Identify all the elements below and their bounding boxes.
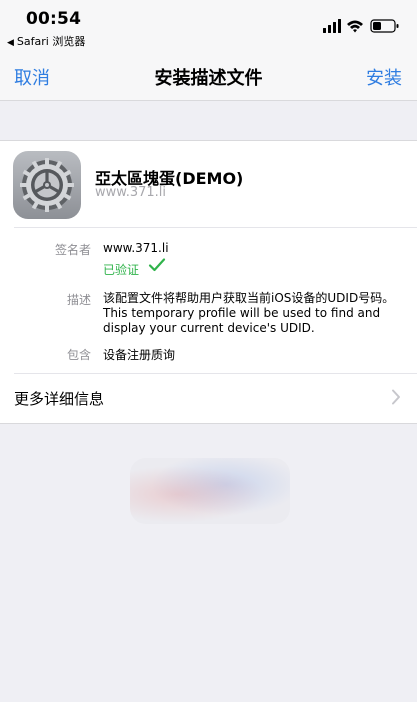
contains-value: 设备注册质询 — [103, 348, 176, 362]
profile-subtitle: www.371.li — [95, 185, 167, 200]
navigation-bar: 取消 安装描述文件 安装 — [0, 52, 417, 101]
description-line: This temporary profile will be used to f… — [103, 306, 381, 320]
verified-status: 已验证 — [103, 263, 140, 277]
back-to-app-link[interactable]: ◀ Safari 浏览器 — [7, 33, 85, 49]
cellular-signal-icon — [323, 19, 341, 33]
description-text: 该配置文件将帮助用户获取当前iOS设备的UDID号码。 This tempora… — [103, 291, 408, 336]
signer-value: www.371.li — [103, 241, 169, 255]
install-button[interactable]: 安装 — [366, 64, 402, 90]
description-label: 描述 — [66, 293, 91, 307]
profile-panel: 亞太區塊蛋(DEMO) www.371.li 签名者 www.371.li 已验… — [0, 140, 417, 424]
description-line: 该配置文件将帮助用户获取当前iOS设备的UDID号码。 — [103, 291, 395, 305]
divider — [14, 227, 417, 228]
chevron-right-icon[interactable] — [391, 389, 401, 409]
back-triangle-icon: ◀ — [7, 38, 14, 48]
status-time: 00:54 — [26, 9, 82, 29]
contains-label: 包含 — [66, 348, 91, 362]
back-app-label: Safari 浏览器 — [16, 35, 86, 48]
status-bar: 00:54 ◀ Safari 浏览器 — [0, 0, 417, 52]
settings-gear-icon — [13, 151, 81, 219]
status-icons — [323, 18, 403, 34]
signer-label: 签名者 — [54, 243, 91, 257]
description-line: display your current device's UDID. — [103, 321, 315, 335]
battery-icon — [370, 19, 399, 33]
more-details-link[interactable]: 更多详细信息 — [14, 388, 104, 409]
divider — [14, 373, 417, 374]
checkmark-icon — [148, 257, 166, 277]
page-title: 安装描述文件 — [154, 68, 263, 89]
wifi-icon — [347, 20, 363, 33]
blurred-watermark — [130, 458, 290, 524]
